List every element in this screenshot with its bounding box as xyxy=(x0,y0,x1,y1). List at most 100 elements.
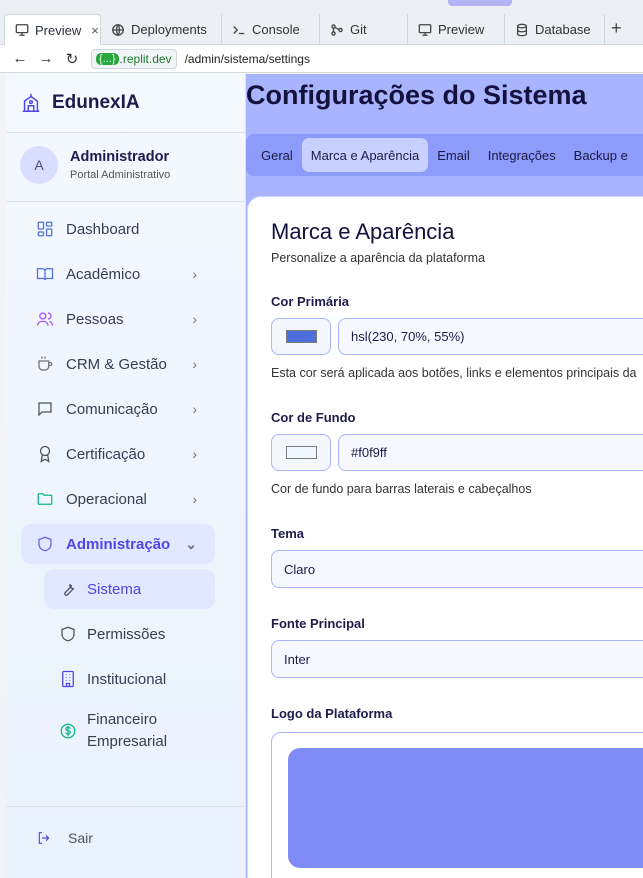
sidebar-subitem-label: Sistema xyxy=(87,580,142,598)
new-tab-button[interactable]: + xyxy=(611,18,622,39)
background-color-label: Cor de Fundo xyxy=(271,410,356,425)
building-icon xyxy=(62,670,74,688)
logout-icon xyxy=(38,832,50,844)
sidebar: EdunexIA A Administrador Portal Administ… xyxy=(6,74,246,878)
award-icon xyxy=(39,445,51,463)
settings-tabs: Geral Marca e Aparência Email Integraçõe… xyxy=(246,134,643,176)
tab-git[interactable]: Git xyxy=(320,14,408,45)
sidebar-subitem-label: Empresarial xyxy=(87,733,168,750)
sidebar-item-operacional[interactable]: Operacional › xyxy=(21,479,215,519)
url-path-input[interactable]: /admin/sistema/settings xyxy=(185,52,310,66)
tab-bar-accent xyxy=(448,0,512,6)
primary-color-picker[interactable] xyxy=(271,318,331,355)
sidebar-item-comunicacao[interactable]: Comunicação › xyxy=(21,389,215,429)
reload-button[interactable]: ↻ xyxy=(59,50,85,68)
logout-button[interactable]: Sair xyxy=(36,830,93,846)
sidebar-subitem-institucional[interactable]: Institucional xyxy=(44,659,215,699)
user-name: Administrador xyxy=(70,149,170,165)
sidebar-item-administracao[interactable]: Administração ⌄ xyxy=(21,524,215,564)
tab-preview-2[interactable]: Preview xyxy=(408,14,505,45)
sidebar-item-certificacao[interactable]: Certificação › xyxy=(21,434,215,474)
chevron-right-icon: › xyxy=(192,266,197,282)
wrench-icon xyxy=(64,583,75,596)
tab-integracoes[interactable]: Integrações xyxy=(479,138,565,172)
back-button[interactable]: ← xyxy=(7,50,33,67)
card-title: Marca e Aparência xyxy=(271,219,455,244)
font-label: Fonte Principal xyxy=(271,616,365,631)
forward-button[interactable]: → xyxy=(33,50,59,67)
user-role: Portal Administrativo xyxy=(70,169,171,181)
primary-color-label: Cor Primária xyxy=(271,294,350,309)
brand-name: EdunexIA xyxy=(52,92,140,113)
coffee-icon xyxy=(38,356,53,371)
divider xyxy=(6,201,246,202)
git-icon xyxy=(331,23,343,36)
sidebar-item-label: Dashboard xyxy=(66,220,140,238)
primary-color-input[interactable]: hsl(230, 70%, 55%) xyxy=(338,318,643,355)
background-color-picker[interactable] xyxy=(271,434,331,471)
primary-color-swatch xyxy=(285,330,317,343)
shield-icon xyxy=(61,626,75,642)
sidebar-item-label: Comunicação xyxy=(66,400,158,418)
tab-label: Console xyxy=(252,22,300,37)
dashboard-icon xyxy=(37,221,53,237)
main-content: Configurações do Sistema Geral Marca e A… xyxy=(246,74,643,878)
shield-icon xyxy=(38,536,52,552)
sidebar-item-label: Acadêmico xyxy=(66,265,141,283)
theme-select[interactable]: Claro xyxy=(271,550,643,588)
logo-preview xyxy=(288,748,643,868)
tab-label: Git xyxy=(350,22,367,37)
sidebar-item-academico[interactable]: Acadêmico › xyxy=(21,254,215,294)
sidebar-subitem-financeiro[interactable]: Financeiro Empresarial xyxy=(44,704,215,758)
settings-card: Marca e Aparência Personalize a aparênci… xyxy=(247,196,643,878)
tab-backup[interactable]: Backup e xyxy=(565,138,637,172)
tab-label: Deployments xyxy=(131,22,207,37)
tab-database[interactable]: Database xyxy=(505,14,605,45)
page-title: Configurações do Sistema xyxy=(246,80,587,110)
logo-upload-area[interactable] xyxy=(271,732,643,878)
school-icon xyxy=(22,93,40,112)
chevron-right-icon: › xyxy=(192,356,197,372)
tab-deployments[interactable]: Deployments xyxy=(101,14,222,45)
divider xyxy=(6,806,246,807)
tab-marca-aparencia[interactable]: Marca e Aparência xyxy=(301,138,429,172)
tab-label: Preview xyxy=(35,22,82,38)
tab-label: Database xyxy=(535,22,591,37)
chevron-down-icon: ⌄ xyxy=(185,535,197,552)
address-bar: ← → ↻ {...} .replit.dev /admin/sistema/s… xyxy=(0,45,643,73)
sidebar-item-label: Operacional xyxy=(66,490,147,508)
sidebar-item-pessoas[interactable]: Pessoas › xyxy=(21,299,215,339)
tab-geral[interactable]: Geral xyxy=(252,138,302,172)
url-host-pill[interactable]: {...} .replit.dev xyxy=(91,48,177,69)
monitor-icon xyxy=(15,24,29,36)
sidebar-subitem-permissoes[interactable]: Permissões xyxy=(44,614,215,654)
tab-label: Preview xyxy=(438,22,485,37)
monitor-icon xyxy=(418,23,432,36)
sidebar-item-label: CRM & Gestão xyxy=(66,355,167,373)
url-blob: {...} xyxy=(96,52,119,65)
background-color-help: Cor de fundo para barras laterais e cabe… xyxy=(271,482,532,496)
close-icon[interactable]: × xyxy=(91,23,99,38)
brand[interactable]: EdunexIA xyxy=(20,92,140,114)
sidebar-subitem-sistema[interactable]: Sistema xyxy=(44,569,215,609)
logo-label: Logo da Plataforma xyxy=(271,706,393,721)
dollar-icon xyxy=(60,723,76,739)
sidebar-item-label: Administração xyxy=(66,535,171,553)
url-host: .replit.dev xyxy=(119,51,172,66)
tab-console[interactable]: Console xyxy=(222,14,320,45)
avatar: A xyxy=(20,146,58,184)
background-color-input[interactable]: #f0f9ff xyxy=(338,434,643,471)
sidebar-item-dashboard[interactable]: Dashboard xyxy=(21,209,215,249)
book-icon xyxy=(36,268,54,281)
divider xyxy=(6,132,246,133)
font-select[interactable]: Inter xyxy=(271,640,643,678)
theme-label: Tema xyxy=(271,526,304,541)
tab-email[interactable]: Email xyxy=(428,138,479,172)
sidebar-item-crm[interactable]: CRM & Gestão › xyxy=(21,344,215,384)
chevron-right-icon: › xyxy=(192,311,197,327)
sidebar-subitem-label: Institucional xyxy=(87,670,167,688)
tab-preview[interactable]: Preview × xyxy=(4,14,101,45)
financeiro-label: Financeiro Empresarial xyxy=(87,709,167,753)
chevron-right-icon: › xyxy=(192,446,197,462)
user-profile[interactable]: A Administrador Portal Administrativo xyxy=(20,146,170,184)
